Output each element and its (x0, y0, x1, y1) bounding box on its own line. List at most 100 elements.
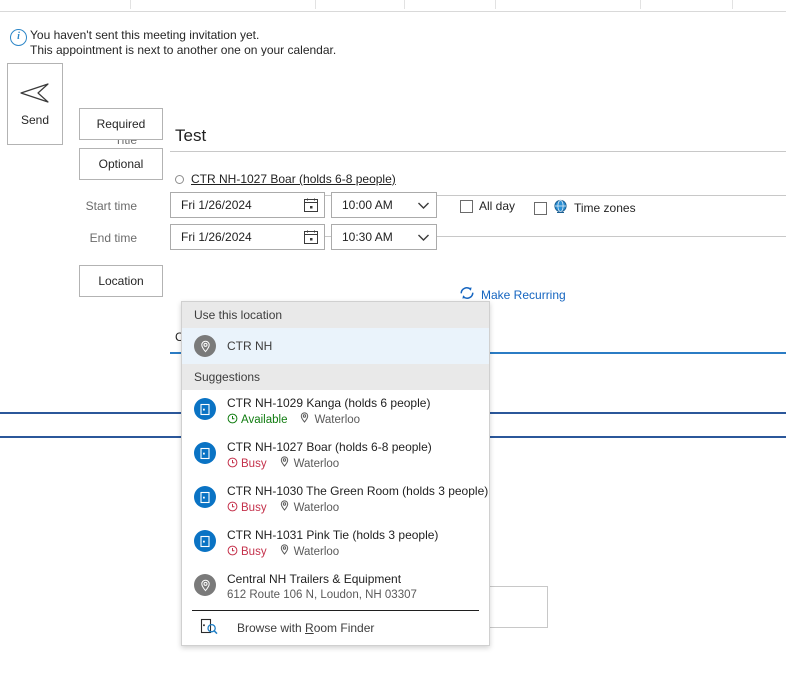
room-icon (194, 530, 216, 552)
suggestion-name: CTR NH-1029 Kanga (holds 6 people) (227, 396, 431, 410)
browse-with-room-finder-label: Browse with Room Finder (237, 621, 374, 635)
suggestion-meta: Busy Waterloo (227, 456, 432, 472)
suggestion-name: Central NH Trailers & Equipment (227, 572, 402, 586)
location-button[interactable]: Location (79, 265, 163, 297)
suggestion-status-label: Available (241, 414, 288, 426)
clock-icon (227, 457, 238, 472)
use-this-location-header: Use this location (182, 302, 489, 328)
suggestions-header: Suggestions (182, 364, 489, 390)
suggestion-status: Busy (227, 501, 267, 516)
title-underline (170, 151, 786, 152)
clock-icon (227, 413, 238, 428)
meeting-form: Send Title Test Required CTR NH-1027 Boa… (0, 56, 786, 354)
suggestion-status-label: Busy (241, 458, 267, 470)
clock-icon (227, 501, 238, 516)
calendar-icon[interactable] (298, 198, 324, 212)
start-date-value: Fri 1/26/2024 (181, 198, 252, 212)
optional-button[interactable]: Optional (79, 148, 163, 180)
suggestion-name: CTR NH-1031 Pink Tie (holds 3 people) (227, 528, 439, 542)
pin-icon (299, 412, 310, 428)
room-finder-label-accel: R (305, 621, 314, 635)
start-date-input[interactable]: Fri 1/26/2024 (170, 192, 325, 218)
start-clock-input[interactable]: 10:00 AM (331, 192, 437, 218)
suggestion-place-label: Waterloo (314, 414, 361, 426)
use-this-location-item[interactable]: CTR NH (182, 328, 489, 364)
required-button[interactable]: Required (79, 108, 163, 140)
chevron-down-icon[interactable] (410, 202, 436, 209)
suggestion-status: Available (227, 413, 287, 428)
pin-icon (279, 544, 290, 560)
suggestion-place: Waterloo (299, 412, 360, 428)
start-time-label: Start time (85, 199, 137, 213)
ribbon-separator (732, 0, 733, 9)
end-date-input[interactable]: Fri 1/26/2024 (170, 224, 325, 250)
ribbon-bar[interactable]: Actions Skype Meeting Teams Meeting Shor… (0, 0, 786, 12)
end-clock-value: 10:30 AM (342, 230, 393, 244)
suggestion-place: Waterloo (279, 544, 340, 560)
pin-icon (194, 335, 216, 357)
suggestion-status: Busy (227, 457, 267, 472)
suggestion-name: CTR NH-1030 The Green Room (holds 3 peop… (227, 484, 489, 498)
suggestion-meta: Available Waterloo (227, 412, 430, 428)
all-day-checkbox-row[interactable]: All day (460, 199, 515, 213)
end-clock-input[interactable]: 10:30 AM (331, 224, 437, 250)
use-this-location-value: CTR NH (227, 339, 273, 353)
suggestion-status-label: Busy (241, 502, 267, 514)
send-arrow-icon (17, 82, 53, 107)
chevron-down-icon[interactable] (410, 234, 436, 241)
globe-icon (553, 199, 568, 217)
suggestion-place-label: Waterloo (293, 458, 340, 470)
title-input[interactable]: Test (175, 126, 206, 146)
outlook-meeting-window: In Shared Folder Calendar - (0, 0, 786, 691)
send-button[interactable]: Send (7, 63, 63, 145)
ribbon-separator (130, 0, 131, 9)
room-finder-icon (200, 618, 218, 638)
browse-with-room-finder-button[interactable]: Browse with Room Finder (182, 611, 489, 645)
send-button-label: Send (20, 112, 50, 127)
presence-status-icon (175, 174, 184, 184)
all-day-checkbox[interactable] (460, 199, 473, 213)
time-zones-label: Time zones (574, 201, 636, 215)
room-finder-label-post: oom Finder (313, 621, 375, 635)
suggestion-place-label: Waterloo (293, 546, 340, 558)
make-recurring-label: Make Recurring (481, 287, 566, 302)
suggestion-status: Busy (227, 545, 267, 560)
info-icon: i (10, 29, 27, 46)
time-zones-checkbox-row[interactable]: Time zones (534, 199, 636, 217)
time-zones-checkbox[interactable] (534, 201, 547, 215)
suggestion-item[interactable]: CTR NH-1029 Kanga (holds 6 people) Avail… (182, 390, 489, 434)
pin-icon (194, 574, 216, 596)
suggestion-place-label: Waterloo (293, 502, 340, 514)
room-icon (194, 486, 216, 508)
suggestion-address: 612 Route 106 N, Loudon, NH 03307 (227, 589, 417, 601)
clock-icon (227, 545, 238, 560)
suggestion-meta: Busy Waterloo (227, 500, 488, 516)
required-attendees-field[interactable]: CTR NH-1027 Boar (holds 6-8 people) (175, 172, 396, 186)
suggestion-status-label: Busy (241, 546, 267, 558)
suggestion-item[interactable]: CTR NH-1027 Boar (holds 6-8 people) Busy (182, 434, 489, 478)
room-finder-label-pre: Browse with (237, 621, 306, 635)
info-bar-line-2: This appointment is next to another one … (30, 43, 337, 57)
end-date-value: Fri 1/26/2024 (181, 230, 252, 244)
room-icon (194, 398, 216, 420)
pin-icon (279, 456, 290, 472)
suggestion-item[interactable]: CTR NH-1030 The Green Room (holds 3 peop… (182, 478, 489, 522)
info-bar-line-1: You haven't sent this meeting invitation… (30, 28, 260, 42)
all-day-label: All day (479, 199, 516, 213)
ribbon-separator (404, 0, 405, 9)
attendee-link[interactable]: CTR NH-1027 Boar (holds 6-8 people) (191, 172, 396, 186)
info-bar: i You haven't sent this meeting invitati… (0, 12, 786, 57)
ribbon-separator (495, 0, 496, 9)
suggestion-meta: Busy Waterloo (227, 544, 438, 560)
suggestion-item[interactable]: CTR NH-1031 Pink Tie (holds 3 people) Bu… (182, 522, 489, 566)
suggestion-place: Waterloo (279, 500, 340, 516)
calendar-icon[interactable] (298, 230, 324, 244)
ribbon-separator (315, 0, 316, 9)
end-time-label: End time (89, 231, 137, 245)
location-suggestions-dropdown[interactable]: Use this location CTR NH Suggestions CTR… (181, 301, 490, 646)
pin-icon (279, 500, 290, 516)
start-clock-value: 10:00 AM (342, 198, 393, 212)
ribbon-separator (640, 0, 641, 9)
suggestion-item[interactable]: Central NH Trailers & Equipment 612 Rout… (182, 566, 489, 608)
suggestion-place: Waterloo (279, 456, 340, 472)
